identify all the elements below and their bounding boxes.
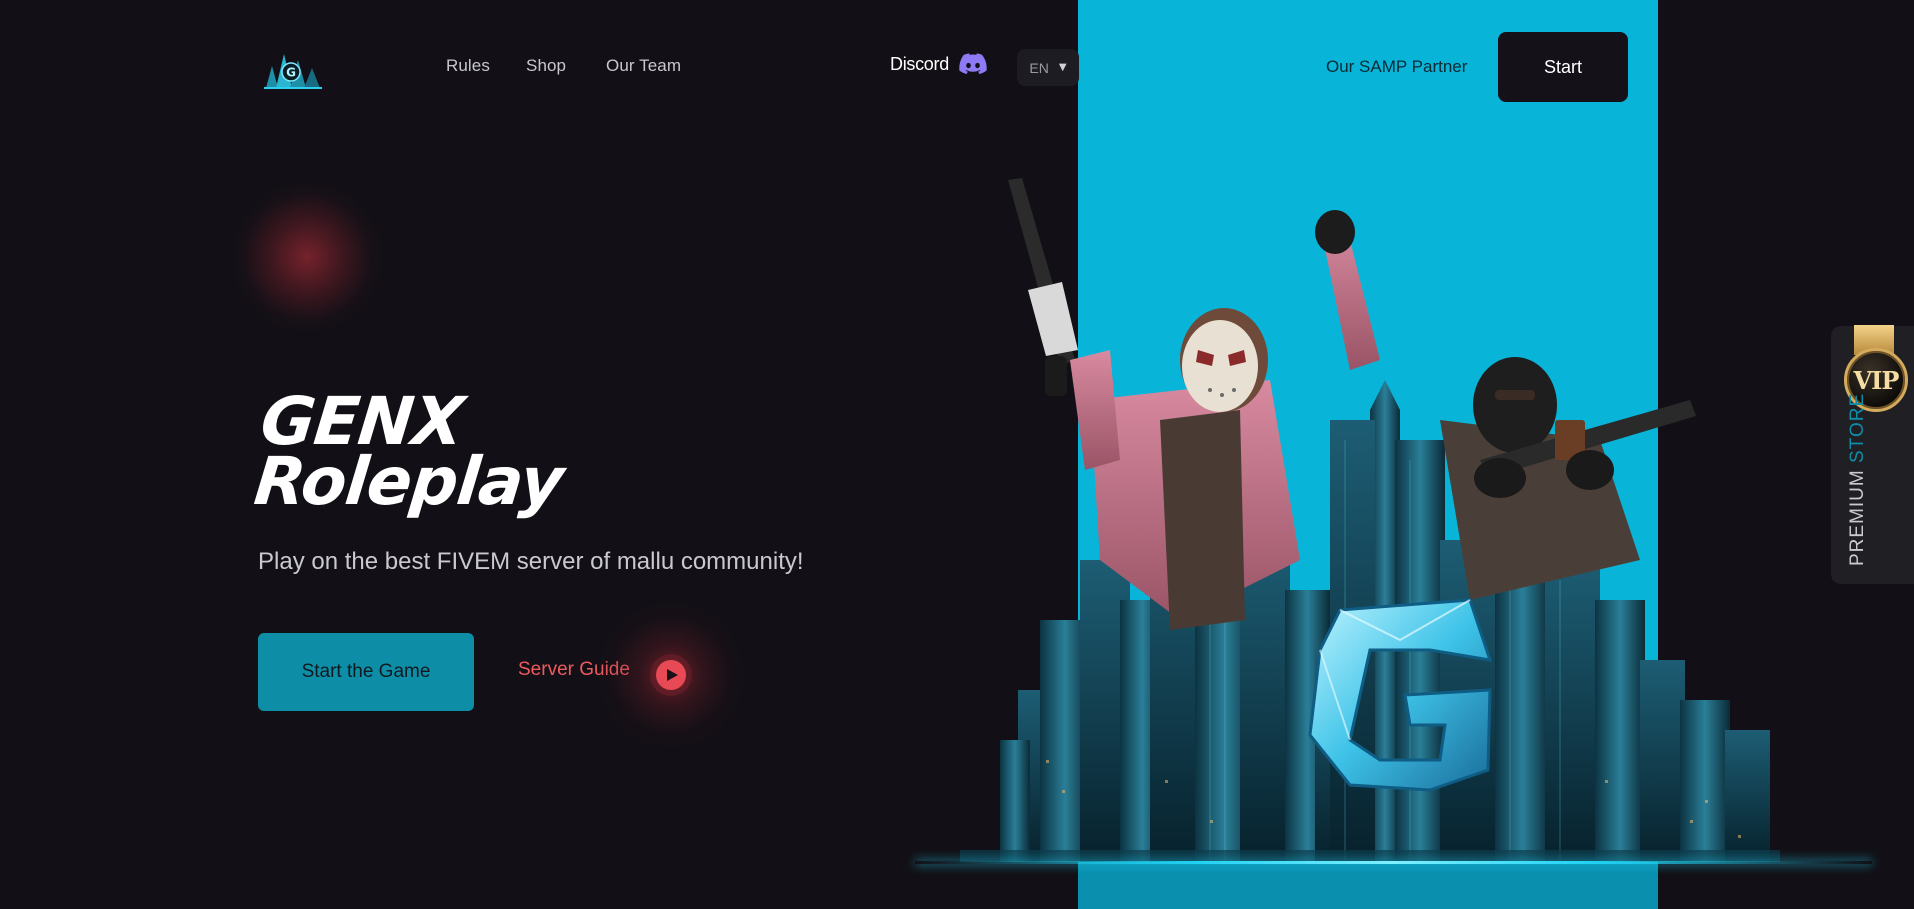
samp-partner-link[interactable]: Our SAMP Partner	[1326, 57, 1467, 77]
discord-label: Discord	[890, 53, 949, 74]
floor-glow-line	[915, 861, 1872, 864]
hero-title: GENX Roleplay	[250, 383, 572, 520]
hero-title-line2: Roleplay	[250, 443, 567, 520]
nav-link-shop[interactable]: Shop	[526, 56, 566, 76]
language-label: EN	[1029, 59, 1049, 76]
chevron-down-icon: ▼	[1058, 62, 1067, 73]
start-button[interactable]: Start	[1498, 32, 1628, 102]
vip-tab-label: PREMIUM STORE	[1847, 393, 1869, 566]
vip-store-label: STORE	[1847, 392, 1868, 463]
server-guide-play-button[interactable]	[596, 600, 746, 750]
discord-link[interactable]: Discord	[890, 53, 987, 75]
logo-letter: G	[286, 66, 296, 80]
vip-premium-store-tab[interactable]: VIP PREMIUM STORE	[1831, 325, 1914, 584]
vip-premium-label: PREMIUM	[1847, 469, 1868, 566]
hero-panel	[1078, 0, 1658, 909]
start-game-button[interactable]: Start the Game	[258, 633, 474, 711]
vip-badge-text: VIP	[1853, 365, 1900, 395]
nav-link-rules[interactable]: Rules	[446, 56, 490, 76]
logo[interactable]: G	[262, 48, 324, 90]
language-select[interactable]: EN ▼	[1017, 49, 1079, 86]
page-root: G Rules Shop Our Team Discord EN ▼ Our S…	[0, 0, 1914, 909]
hero-subtitle: Play on the best FIVEM server of mallu c…	[258, 548, 804, 575]
hero-floor	[1078, 862, 1658, 909]
discord-icon	[959, 53, 987, 75]
decorative-glow	[232, 182, 382, 332]
nav-link-our-team[interactable]: Our Team	[606, 56, 681, 76]
play-icon	[656, 660, 686, 690]
